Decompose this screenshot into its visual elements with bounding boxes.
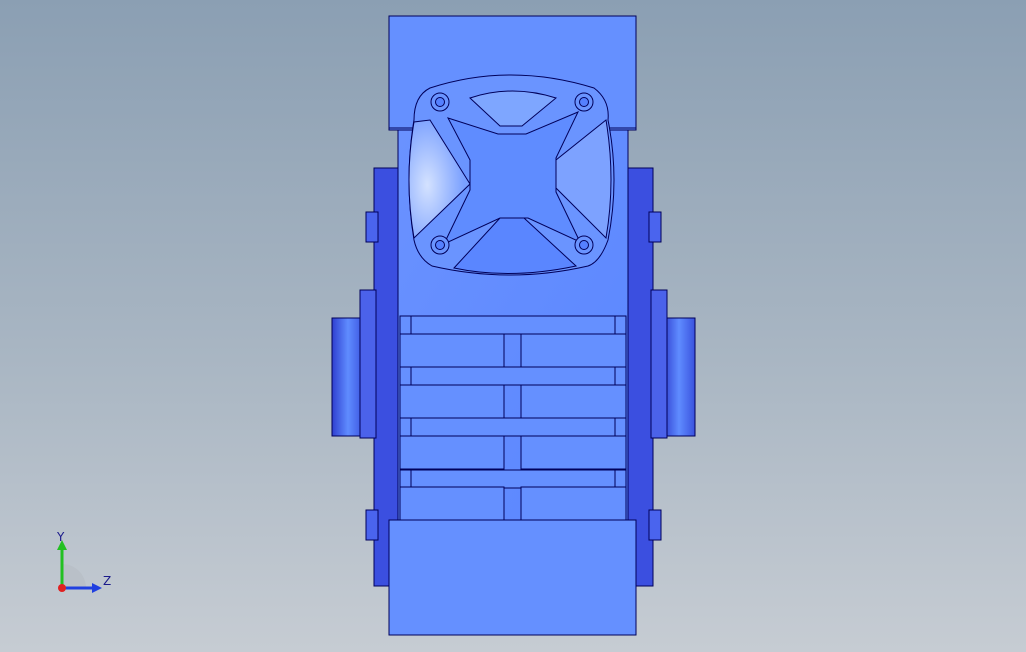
fin-end-cap — [399, 315, 412, 335]
fin-end-cap — [614, 417, 627, 437]
fin-block-left — [399, 486, 505, 521]
orientation-triad: Y Z — [48, 528, 128, 608]
gearbox-model[interactable] — [0, 0, 1026, 652]
motor-flange[interactable] — [408, 74, 615, 276]
y-axis-label: Y — [57, 530, 65, 544]
fin-end-cap — [614, 366, 627, 386]
z-axis-label: Z — [103, 574, 112, 588]
fin-end-cap — [399, 469, 412, 489]
fin-end-cap — [399, 417, 412, 437]
origin-dot — [58, 584, 66, 592]
bottom-mounting-block[interactable] — [388, 519, 637, 636]
fin-block-left — [399, 435, 505, 470]
fin-end-cap — [614, 315, 627, 335]
fin-block-left — [399, 333, 505, 368]
fin-bar — [399, 366, 627, 386]
left-output-shaft[interactable] — [331, 317, 365, 437]
fin-block-right — [520, 333, 627, 368]
fin-block-right — [520, 384, 627, 419]
right-output-shaft[interactable] — [662, 317, 696, 437]
fin-block-right — [520, 486, 627, 521]
fin-bar — [399, 469, 627, 489]
fin-end-cap — [614, 469, 627, 489]
fin-block-left — [399, 384, 505, 419]
fin-end-cap — [399, 366, 412, 386]
fin-block-right — [520, 435, 627, 470]
fin-bar — [399, 315, 627, 335]
cad-viewport[interactable]: Y Z — [0, 0, 1026, 652]
fin-bar — [399, 417, 627, 437]
